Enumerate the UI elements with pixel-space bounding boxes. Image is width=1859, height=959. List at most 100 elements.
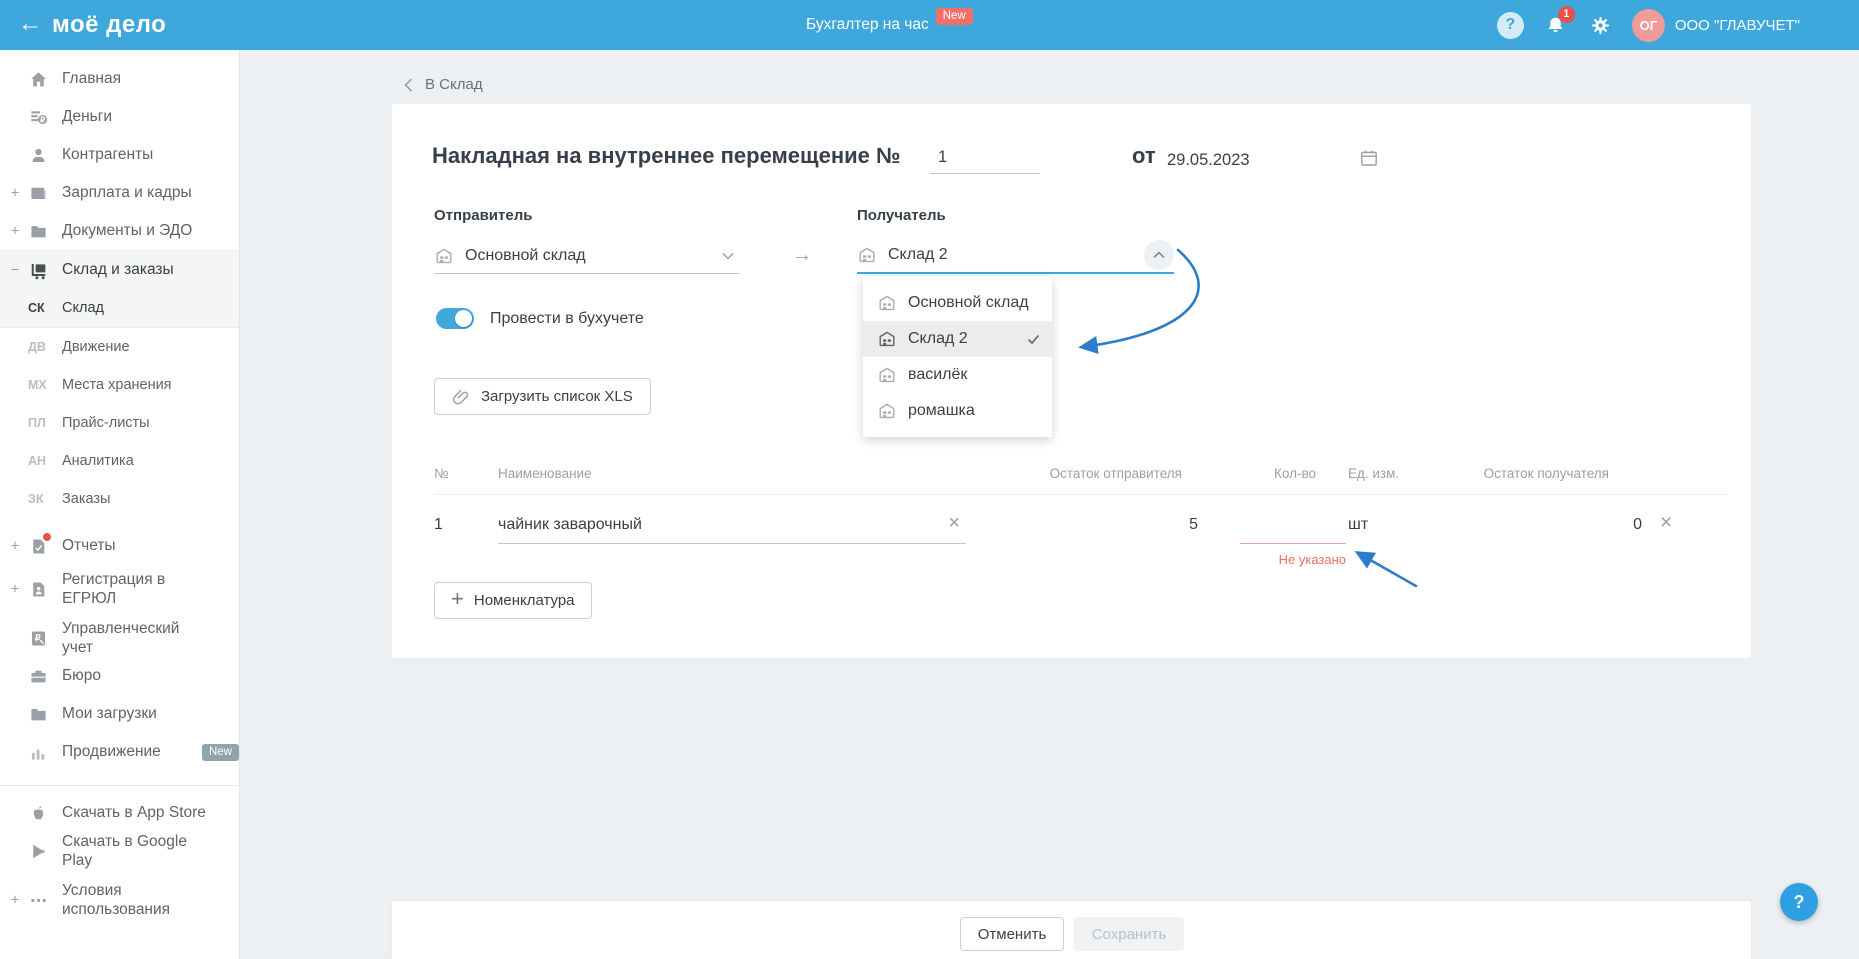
quantity-input[interactable] [1240, 506, 1346, 544]
sidebar-item-salary[interactable]: + Зарплата и кадры [0, 174, 239, 212]
sidebar-item-egrul-registration[interactable]: + Регистрация в ЕГРЮЛ [0, 565, 239, 613]
expand-icon[interactable]: + [9, 223, 21, 240]
chart-bars-icon [28, 742, 48, 762]
sidebar-item-management-accounting[interactable]: ₽ Управленческий учет [0, 619, 239, 657]
dropdown-option-romashka[interactable]: ромашка [863, 393, 1052, 429]
sidebar-item-money[interactable]: ₽ Деньги [0, 98, 239, 136]
collapse-icon[interactable]: − [9, 262, 21, 279]
add-nomenclature-button[interactable]: + Номенклатура [434, 582, 592, 619]
home-icon [28, 69, 48, 89]
notification-count-badge: 1 [1557, 5, 1575, 23]
help-icon[interactable]: ? [1496, 11, 1524, 39]
sidebar-item-my-downloads[interactable]: Мои загрузки [0, 695, 239, 733]
receiver-stock-value: 0 [1633, 516, 1642, 533]
sender-label: Отправитель [434, 207, 533, 224]
notification-dot [43, 533, 51, 541]
document-card: Накладная на внутреннее перемещение № 1 … [392, 104, 1751, 658]
expand-icon[interactable]: + [9, 538, 21, 555]
support-chat-button[interactable]: ? [1780, 883, 1818, 921]
plus-icon: + [451, 586, 464, 611]
save-button[interactable]: Сохранить [1074, 917, 1184, 951]
receiver-select[interactable]: Склад 2 [857, 238, 1174, 274]
sidebar-item-terms-of-use[interactable]: + Условия использования [0, 876, 239, 924]
accounting-toggle[interactable] [436, 308, 474, 329]
dropdown-option-warehouse-2[interactable]: Склад 2 [863, 321, 1052, 357]
expand-icon[interactable]: + [9, 581, 21, 598]
cancel-button[interactable]: Отменить [960, 917, 1064, 951]
report-icon [28, 533, 51, 556]
active-section-block: − Склад и заказы СК Склад [0, 250, 239, 328]
ellipsis-icon [28, 890, 48, 910]
chevron-down-icon[interactable] [722, 252, 734, 260]
chevron-up-icon[interactable] [1144, 240, 1174, 270]
breadcrumb[interactable]: В Склад [404, 76, 483, 93]
row-number: 1 [434, 516, 443, 533]
user-avatar[interactable]: ОГ [1631, 8, 1665, 42]
document-date-input[interactable]: 29.05.2023 [1167, 142, 1379, 174]
sender-value: Основной склад [465, 246, 586, 264]
sidebar-subitem-storage-places[interactable]: МХ Места хранения [0, 366, 239, 404]
ruble-doc-icon: ₽ [28, 628, 48, 648]
company-name[interactable]: ООО "ГЛАВУЧЕТ" [1675, 17, 1800, 34]
paperclip-icon [452, 388, 470, 406]
warehouse-icon [877, 293, 897, 313]
sidebar-item-documents[interactable]: + Документы и ЭДО [0, 212, 239, 250]
expand-icon[interactable]: + [9, 185, 21, 202]
calendar-icon[interactable] [1359, 148, 1379, 168]
page-title: Накладная на внутреннее перемещение № [432, 143, 901, 168]
col-unit: Ед. изм. [1348, 466, 1400, 481]
briefcase-icon [28, 666, 48, 686]
remove-row-icon[interactable]: × [1660, 512, 1672, 533]
settings-button[interactable] [1589, 14, 1612, 37]
sidebar-item-reports[interactable]: + Отчеты [0, 527, 239, 565]
promo-link[interactable]: Бухгалтер на час New [806, 0, 973, 50]
sidebar-subitem-movement[interactable]: ДВ Движение [0, 328, 239, 366]
sidebar-item-warehouse-orders[interactable]: − Склад и заказы [0, 251, 239, 289]
google-play-icon [28, 841, 48, 861]
sender-select[interactable]: Основной склад [434, 238, 740, 274]
warehouse-icon [434, 246, 454, 266]
quantity-error: Не указано [1278, 552, 1346, 567]
gear-icon [1589, 14, 1612, 37]
svg-text:₽: ₽ [34, 632, 40, 642]
chevron-left-icon [404, 77, 413, 92]
unit-value: шт [1348, 516, 1369, 533]
receiver-value: Склад 2 [888, 246, 948, 263]
upload-xls-button[interactable]: Загрузить список XLS [434, 378, 651, 415]
form-footer-bar: Отменить Сохранить [392, 901, 1751, 959]
sidebar-subitem-orders[interactable]: ЗК Заказы [0, 480, 239, 518]
warehouse-icon [877, 329, 897, 349]
sidebar-subitem-price-lists[interactable]: ПЛ Прайс-листы [0, 404, 239, 442]
sidebar-item-promotion[interactable]: Продвижение New [0, 733, 239, 771]
person-icon [28, 145, 48, 165]
folder-icon [28, 221, 48, 241]
sidebar-item-home[interactable]: Главная [0, 60, 239, 98]
salary-card-icon [28, 183, 48, 203]
apple-icon [28, 803, 48, 823]
dropdown-option-vasilek[interactable]: василёк [863, 357, 1052, 393]
promotion-new-badge: New [201, 743, 239, 761]
sidebar-subitem-warehouse[interactable]: СК Склад [0, 289, 239, 327]
sidebar-item-contractors[interactable]: Контрагенты [0, 136, 239, 174]
sidebar-divider [0, 785, 239, 786]
notifications-button[interactable]: 1 [1544, 5, 1575, 37]
expand-icon[interactable]: + [9, 892, 21, 909]
document-number-input[interactable]: 1 [930, 142, 1040, 174]
col-quantity: Кол-во [1274, 466, 1316, 481]
date-preposition: от [1132, 143, 1156, 168]
promo-new-badge: New [935, 7, 973, 25]
warehouse-icon [877, 401, 897, 421]
sidebar-item-google-play[interactable]: Скачать в Google Play [0, 832, 239, 870]
toggle-knob [455, 310, 472, 327]
items-table-header: № Наименование Остаток отправителя Кол-в… [392, 466, 1751, 486]
back-arrow-icon[interactable]: ← [18, 11, 42, 37]
dropdown-option-main-warehouse[interactable]: Основной склад [863, 285, 1052, 321]
clear-icon[interactable]: × [948, 513, 960, 533]
accounting-toggle-label: Провести в бухучете [490, 309, 644, 327]
accounting-toggle-row: Провести в бухучете [436, 308, 644, 329]
sidebar-item-app-store[interactable]: Скачать в App Store [0, 794, 239, 832]
item-name-input[interactable]: чайник заварочный × [498, 506, 966, 544]
sidebar-subitem-analytics[interactable]: АН Аналитика [0, 442, 239, 480]
svg-text:₽: ₽ [40, 115, 45, 124]
sidebar-item-bureau[interactable]: Бюро [0, 657, 239, 695]
